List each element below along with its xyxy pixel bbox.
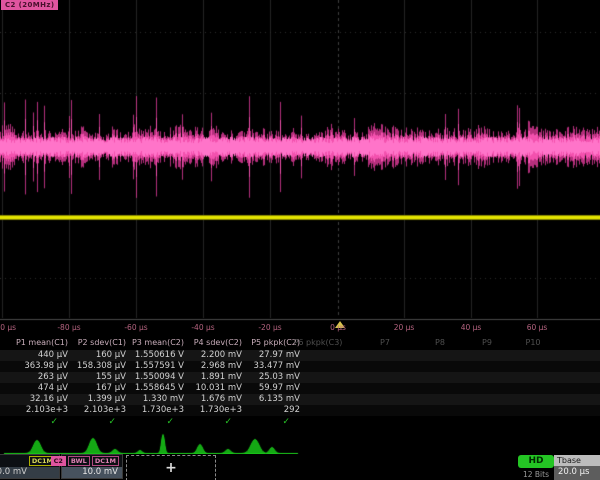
- param-header-inactive[interactable]: P8: [435, 338, 445, 347]
- axis-tick-label: 20 µs: [394, 323, 415, 332]
- axis-tick-label: -20 µs: [258, 323, 281, 332]
- descriptor-row: DC1M 10.0 mV C2 BWL DC1M 10.0 mV + HD 12…: [0, 454, 600, 480]
- param-header[interactable]: P3 mean(C2): [126, 338, 184, 347]
- measurement-value: 1.676 mV: [184, 394, 242, 405]
- measurement-value: 167 µV: [68, 383, 126, 394]
- measurement-value: 155 µV: [68, 372, 126, 383]
- axis-tick-label: 40 µs: [461, 323, 482, 332]
- param-header-inactive[interactable]: P7: [380, 338, 390, 347]
- measurement-value: 25.03 mV: [242, 372, 300, 383]
- measurement-row: 32.16 µV1.399 µV1.330 mV1.676 mV6.135 mV: [0, 394, 600, 405]
- oscilloscope-screen: C2 (20MHz) -100 µs -80 µs -60 µs -40 µs -20 …: [0, 0, 600, 480]
- status-check-icon: ✓: [0, 416, 58, 428]
- c2-channel-badge: C2: [51, 456, 66, 466]
- axis-tick-label: -80 µs: [57, 323, 80, 332]
- axis-tick-label: 60 µs: [527, 323, 548, 332]
- measurement-row: 2.103e+32.103e+31.730e+31.730e+3292: [0, 405, 600, 416]
- measurement-value: 1.558645 V: [126, 383, 184, 394]
- measurement-value: 32.16 µV: [10, 394, 68, 405]
- measurement-row: 440 µV160 µV1.550616 V2.200 mV27.97 mV: [0, 350, 600, 361]
- axis-tick-label: 0 µs: [330, 323, 346, 332]
- c1-vertical-scale: 10.0 mV: [0, 467, 59, 478]
- measurement-value: 1.730e+3: [126, 405, 184, 416]
- measurement-value: 1.557591 V: [126, 361, 184, 372]
- measurement-value: 263 µV: [10, 372, 68, 383]
- axis-tick-label: -100 µs: [0, 323, 16, 332]
- measurement-value: 474 µV: [10, 383, 68, 394]
- time-axis: -100 µs -80 µs -60 µs -40 µs -20 µs 0 µs 20 µs…: [0, 320, 600, 337]
- measurement-value: 1.330 mV: [126, 394, 184, 405]
- measurement-value: 292: [242, 405, 300, 416]
- measurement-value: 1.891 mV: [184, 372, 242, 383]
- measurement-header-row: P1 mean(C1)P2 sdev(C1)P3 mean(C2)P4 sdev…: [0, 338, 600, 350]
- green-pulse-trace: [0, 428, 600, 454]
- c2-vertical-scale: 10.0 mV: [62, 467, 122, 478]
- measurement-value: 2.103e+3: [10, 405, 68, 416]
- param-header-inactive[interactable]: P6 pkpk(C3): [294, 338, 343, 347]
- param-header[interactable]: P1 mean(C1): [10, 338, 68, 347]
- param-header[interactable]: P5 pkpk(C2): [242, 338, 300, 347]
- measurement-value: 158.308 µV: [68, 361, 126, 372]
- measurement-row: 363.98 µV158.308 µV1.557591 V2.968 mV33.…: [0, 361, 600, 372]
- param-header[interactable]: P2 sdev(C1): [68, 338, 126, 347]
- measurement-value: 10.031 mV: [184, 383, 242, 394]
- timebase-descriptor[interactable]: Tbase 20.0 µs: [554, 455, 600, 480]
- measurement-value: 1.550616 V: [126, 350, 184, 361]
- measurement-value: 1.730e+3: [184, 405, 242, 416]
- measurement-row: 263 µV155 µV1.550094 V1.891 mV25.03 mV: [0, 372, 600, 383]
- channel-c2-descriptor[interactable]: C2 BWL DC1M 10.0 mV: [61, 454, 123, 479]
- param-header-inactive[interactable]: P10: [525, 338, 540, 347]
- param-header[interactable]: P4 sdev(C2): [184, 338, 242, 347]
- status-row: ✓✓✓✓✓: [0, 416, 600, 428]
- timebase-title: Tbase: [554, 455, 600, 466]
- status-check-icon: ✓: [58, 416, 116, 428]
- c2-coupling-badge: DC1M: [92, 456, 119, 466]
- measurement-value: 363.98 µV: [10, 361, 68, 372]
- timebase-value: 20.0 µs: [554, 466, 600, 479]
- trace-annotation-badge[interactable]: C2 (20MHz): [1, 0, 58, 10]
- measurement-value: 33.477 mV: [242, 361, 300, 372]
- c2-bwl-badge: BWL: [68, 456, 90, 466]
- waveform-grid: [0, 0, 600, 322]
- status-check-icon: ✓: [174, 416, 232, 428]
- measurement-value: 27.97 mV: [242, 350, 300, 361]
- status-check-icon: ✓: [232, 416, 290, 428]
- measurement-row: 474 µV167 µV1.558645 V10.031 mV59.97 mV: [0, 383, 600, 394]
- hd-bits-label: 12 Bits: [518, 470, 554, 479]
- measurement-table[interactable]: P1 mean(C1)P2 sdev(C1)P3 mean(C2)P4 sdev…: [0, 338, 600, 428]
- measurement-value: 2.968 mV: [184, 361, 242, 372]
- measurement-value: 160 µV: [68, 350, 126, 361]
- measurement-value: 2.103e+3: [68, 405, 126, 416]
- measurement-value: 1.399 µV: [68, 394, 126, 405]
- axis-tick-label: -40 µs: [191, 323, 214, 332]
- hd-mode-badge[interactable]: HD: [518, 455, 554, 468]
- add-new-trace-button[interactable]: +: [126, 455, 216, 480]
- measurement-value: 6.135 mV: [242, 394, 300, 405]
- measurement-value: 1.550094 V: [126, 372, 184, 383]
- param-header-inactive[interactable]: P9: [482, 338, 492, 347]
- measurement-value: 2.200 mV: [184, 350, 242, 361]
- measurement-value: 59.97 mV: [242, 383, 300, 394]
- measurement-value: 440 µV: [10, 350, 68, 361]
- status-check-icon: ✓: [116, 416, 174, 428]
- axis-tick-label: -60 µs: [124, 323, 147, 332]
